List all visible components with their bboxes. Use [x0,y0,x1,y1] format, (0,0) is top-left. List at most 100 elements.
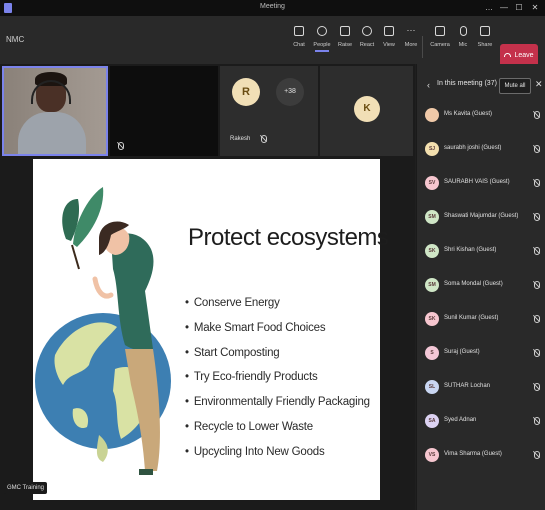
raise-label: Raise [337,42,353,48]
share-label: Share [477,42,493,48]
participant-row[interactable]: SM Soma Mondal (Guest) [417,272,545,302]
chat-icon [294,26,304,36]
participant-name: Shaswati Majumdar (Guest) [444,213,519,219]
participant-name: Sunil Kumar (Guest) [444,315,499,321]
slide-bullet: Start Composting [185,347,370,372]
chat-label: Chat [293,42,305,48]
chevron-left-icon[interactable]: ‹ [427,80,430,90]
participant-name: SUTHAR Lochan [444,383,491,389]
mic-off-icon [533,349,540,357]
person-body [18,112,86,154]
people-label: People [310,42,334,52]
participant-row[interactable]: Ms Kavita (Guest) [417,104,545,132]
window-title: Meeting [260,3,285,10]
react-button[interactable]: React [355,26,379,60]
participant-row[interactable]: SA Syed Adnan [417,408,545,438]
slide-bullet: Make Smart Food Choices [185,322,370,347]
slide-bullet: Upcycling Into New Goods [185,446,370,471]
slide-bullet: Recycle to Lower Waste [185,421,370,446]
maximize-button[interactable]: ☐ [511,2,527,14]
participant-avatar: SV [425,176,439,190]
participant-row[interactable]: SL SUTHAR Lochan [417,374,545,404]
participant-avatar: SK [425,244,439,258]
chat-button[interactable]: Chat [287,26,311,60]
participant-row[interactable]: SV SAURABH VAIS (Guest) [417,170,545,200]
participant-name-label: Rakesh [230,136,251,142]
mic-off-icon [533,315,540,323]
camera-button[interactable]: Camera [428,26,452,60]
mic-off-icon [260,135,267,143]
close-window-button[interactable]: ✕ [527,2,543,14]
mic-off-icon [533,145,540,153]
participant-avatar: SJ [425,142,439,156]
participant-name: Ms Kavita (Guest) [444,111,493,117]
shared-slide: Protect ecosystems Conserve Energy Make … [33,159,389,500]
people-button[interactable]: People [310,26,334,60]
slide-title: Protect ecosystems [188,224,389,251]
mic-off-icon [533,213,540,221]
view-icon [384,26,394,36]
participant-avatar: SK [425,312,439,326]
react-icon [362,26,372,36]
more-participants-badge[interactable]: +38 [276,78,304,106]
participant-avatar: SM [425,278,439,292]
mic-off-icon [533,111,540,119]
participant-avatar: VS [425,448,439,462]
window-options-button[interactable]: … [481,2,497,14]
more-label: More [404,42,418,48]
participant-name: Shri Kishan (Guest) [444,247,497,253]
camera-off-icon [435,26,445,36]
participant-avatar: S [425,346,439,360]
participant-list[interactable]: Ms Kavita (Guest) SJ saurabh joshi (Guest… [417,104,545,510]
self-video-tile[interactable] [2,66,108,156]
participants-panel-title: In this meeting (37) [437,80,497,87]
participant-row[interactable]: VS Vima Sharma (Guest) [417,442,545,472]
participant-row[interactable]: S Suraj (Guest) [417,340,545,370]
mic-off-icon [533,247,540,255]
title-bar: Meeting … — ☐ ✕ [0,0,545,16]
meeting-toolbar: NMC Chat People Raise React View ··· More… [0,16,545,68]
phone-icon [504,53,512,58]
view-button[interactable]: View [377,26,401,60]
participant-avatar: SA [425,414,439,428]
mute-all-button[interactable]: Mute all [499,78,531,94]
participant-tile-rakesh[interactable]: R +38 Rakesh [220,66,318,156]
mic-label: Mic [458,42,468,48]
participant-avatar: SM [425,210,439,224]
mic-off-icon [533,281,540,289]
participant-avatar [425,108,439,122]
participant-name: saurabh joshi (Guest) [444,145,502,151]
close-icon[interactable]: ✕ [535,79,543,90]
participant-row[interactable]: SJ saurabh joshi (Guest) [417,136,545,166]
participants-panel: ‹ In this meeting (37) Mute all ✕ Ms Kav… [416,64,545,510]
participant-tile-k[interactable]: K [320,66,413,156]
participant-name: Vima Sharma (Guest) [444,451,502,457]
slide-bullet: Try Eco-friendly Products [185,371,370,396]
more-icon: ··· [406,25,416,35]
participant-video-tile[interactable] [110,66,218,156]
raise-hand-button[interactable]: Raise [333,26,357,60]
earth-illustration [35,187,171,475]
slide-bullet: Conserve Energy [185,297,370,322]
presenter-label: GMC Training [4,482,48,494]
participant-name: SAURABH VAIS (Guest) [444,179,510,185]
participants-panel-header: ‹ In this meeting (37) Mute all ✕ [417,64,545,104]
participant-row[interactable]: SM Shaswati Majumdar (Guest) [417,204,545,234]
mic-off-icon [533,383,540,391]
participant-row[interactable]: SK Sunil Kumar (Guest) [417,306,545,336]
mic-off-icon [459,26,467,36]
minimize-button[interactable]: — [496,2,512,14]
mic-off-icon [533,417,540,425]
participant-row[interactable]: SK Shri Kishan (Guest) [417,238,545,268]
share-icon [480,26,490,36]
participant-avatar: SL [425,380,439,394]
react-label: React [359,42,375,48]
mic-button[interactable]: Mic [451,26,475,60]
mic-off-icon [533,179,540,187]
camera-label: Camera [430,42,450,48]
share-button[interactable]: Share [473,26,497,60]
toolbar-divider [422,36,423,58]
participant-name: Suraj (Guest) [444,349,480,355]
meeting-stage: R +38 Rakesh K Protect ecosystems Conser… [0,64,415,510]
more-button[interactable]: ··· More [399,26,423,60]
